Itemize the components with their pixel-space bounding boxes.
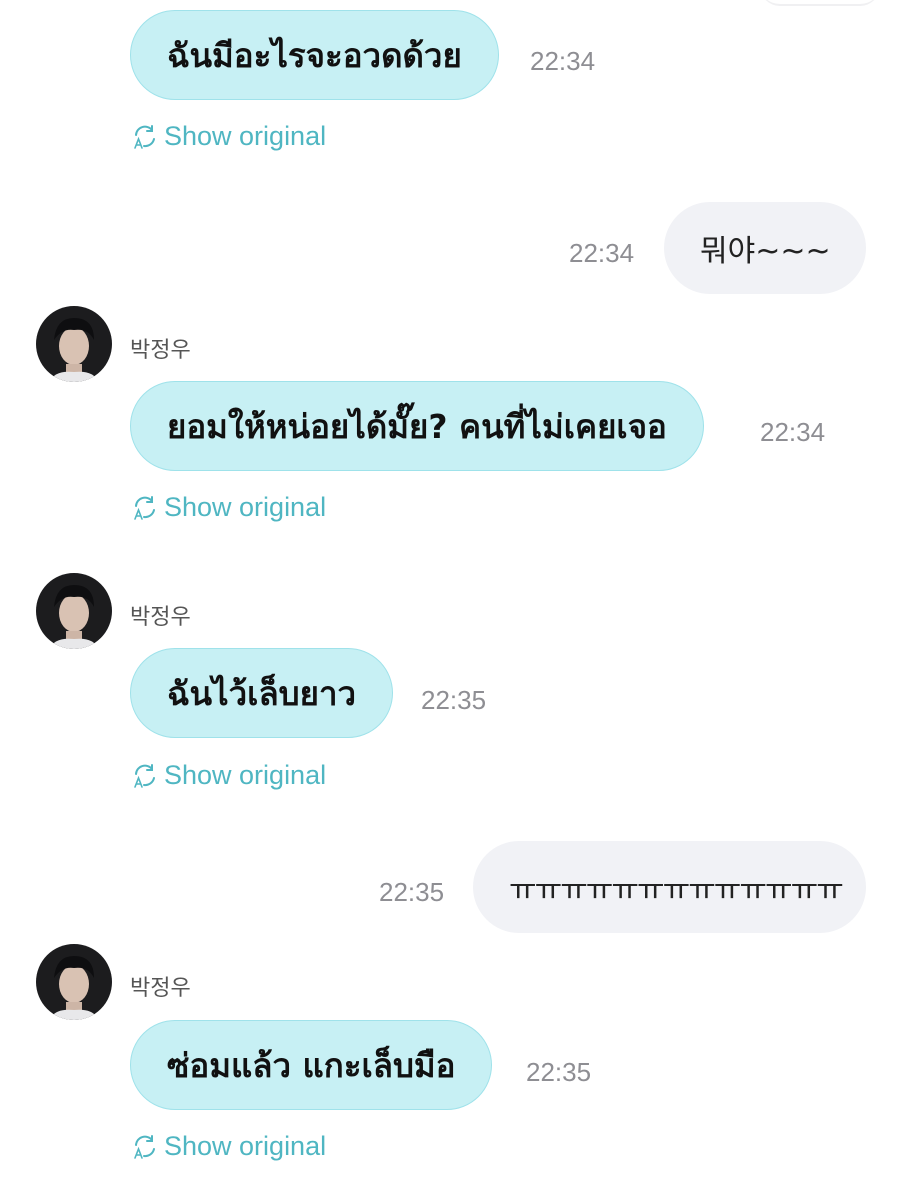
message-text: ㅠㅠㅠㅠㅠㅠㅠㅠㅠㅠㅠㅠㅠ (509, 873, 844, 908)
incoming-message-bubble[interactable]: ซ่อมแล้ว แกะเล็บมือ (130, 1020, 493, 1110)
show-original-button[interactable]: Show original (132, 1131, 326, 1162)
show-original-button[interactable]: Show original (132, 121, 326, 152)
message-timestamp: 22:35 (379, 877, 445, 907)
avatar[interactable] (36, 573, 112, 649)
avatar[interactable] (36, 944, 112, 1020)
translate-refresh-icon (132, 1134, 158, 1160)
sender-name: 박정우 (130, 605, 191, 630)
incoming-message-bubble[interactable]: ฉันไว้เล็บยาว (130, 648, 394, 738)
previous-bubble-edge (760, 0, 880, 6)
show-original-label: Show original (164, 492, 327, 522)
translate-refresh-icon (132, 124, 158, 150)
message-text: ซ่อมแล้ว แกะเล็บมือ (167, 1045, 456, 1085)
message-timestamp: 22:34 (760, 417, 826, 447)
message-timestamp: 22:34 (530, 46, 596, 76)
sender-name: 박정우 (130, 976, 191, 1001)
message-text: ฉันมีอะไรจะอวดด้วย (167, 35, 462, 75)
incoming-message-bubble[interactable]: ยอมให้หน่อยได้มั๊ย? คนที่ไม่เคยเจอ (130, 381, 704, 471)
message-text: 뭐야~~~ (700, 234, 831, 269)
message-text: ฉันไว้เล็บยาว (167, 673, 357, 713)
message-timestamp: 22:34 (569, 238, 635, 268)
show-original-button[interactable]: Show original (132, 760, 326, 791)
chat-view: ฉันมีอะไรจะอวดด้วย 22:34 Show original 2… (0, 0, 906, 1200)
message-timestamp: 22:35 (526, 1057, 592, 1087)
translate-refresh-icon (132, 495, 158, 521)
show-original-button[interactable]: Show original (132, 492, 326, 523)
show-original-label: Show original (164, 1131, 327, 1161)
outgoing-message-bubble[interactable]: ㅠㅠㅠㅠㅠㅠㅠㅠㅠㅠㅠㅠㅠ (473, 841, 866, 933)
message-timestamp: 22:35 (421, 685, 487, 715)
show-original-label: Show original (164, 121, 327, 151)
show-original-label: Show original (164, 760, 327, 790)
translate-refresh-icon (132, 763, 158, 789)
outgoing-message-bubble[interactable]: 뭐야~~~ (664, 202, 866, 294)
sender-name: 박정우 (130, 338, 191, 363)
message-text: ยอมให้หน่อยได้มั๊ย? คนที่ไม่เคยเจอ (167, 406, 667, 446)
avatar[interactable] (36, 306, 112, 382)
incoming-message-bubble[interactable]: ฉันมีอะไรจะอวดด้วย (130, 10, 499, 100)
